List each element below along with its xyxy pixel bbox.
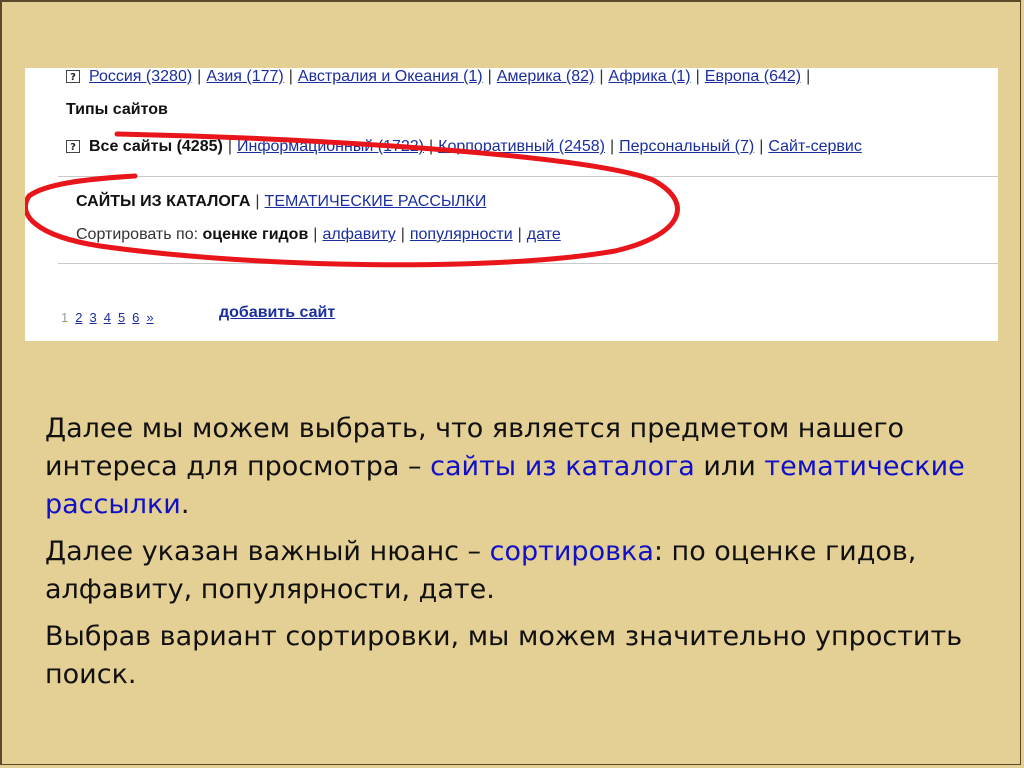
explanation-text: Далее мы можем выбрать, что является пре… (45, 410, 985, 703)
paragraph-sections: Далее мы можем выбрать, что является пре… (45, 413, 965, 520)
paragraph-conclusion: Выбрав вариант сортировки, мы можем знач… (45, 621, 963, 690)
highlight-sorting: сортировка (489, 536, 654, 567)
red-highlight-oval (25, 131, 680, 268)
catalog-screenshot: ? Россия (3280) | Азия (177) | Австралия и Ок… (25, 68, 998, 341)
highlight-catalog-sites: сайты из каталога (430, 451, 695, 482)
paragraph-sorting: Далее указан важный нюанс – сортировка: … (45, 536, 917, 605)
